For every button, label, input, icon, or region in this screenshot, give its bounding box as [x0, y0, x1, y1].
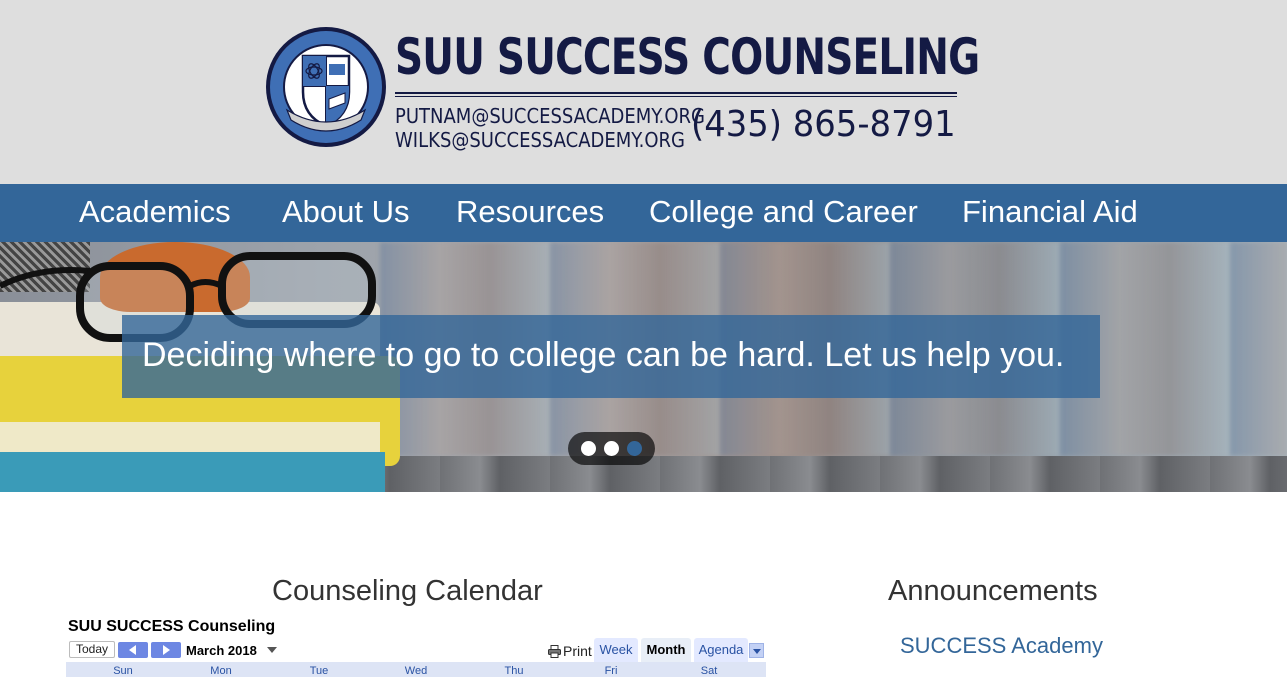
printer-icon [548, 645, 561, 658]
carousel-dot-2[interactable] [604, 441, 619, 456]
contact-phone[interactable]: (435) 865-8791 [691, 104, 956, 145]
weekday-sun: Sun [113, 665, 133, 677]
announcement-link-success-academy[interactable]: SUCCESS Academy [900, 633, 1103, 659]
weekday-tue: Tue [309, 665, 329, 677]
weekday-fri: Fri [604, 665, 618, 677]
contact-email-wilks[interactable]: WILKS@SUCCESSACADEMY.ORG [395, 128, 685, 152]
weekday-thu: Thu [504, 665, 524, 677]
chevron-right-icon [163, 645, 170, 655]
nav-item-about-us[interactable]: About Us [282, 194, 410, 230]
calendar-views-dropdown[interactable] [749, 643, 764, 658]
tab-agenda[interactable]: Agenda [694, 638, 748, 662]
nav-item-resources[interactable]: Resources [456, 194, 604, 230]
hero-caption-box: Deciding where to go to college can be h… [122, 315, 1100, 398]
calendar-print-button[interactable]: Print [548, 643, 592, 659]
tab-month[interactable]: Month [641, 638, 691, 662]
carousel-dot-1[interactable] [581, 441, 596, 456]
hero-carousel[interactable]: Deciding where to go to college can be h… [0, 242, 1287, 492]
main-nav: Academics About Us Resources College and… [0, 184, 1287, 242]
chevron-down-icon[interactable] [267, 647, 277, 653]
calendar-today-button[interactable]: Today [69, 641, 115, 658]
weekday-sat: Sat [700, 665, 718, 677]
weekday-wed: Wed [404, 665, 428, 677]
weekday-mon: Mon [210, 665, 232, 677]
nav-item-academics[interactable]: Academics [79, 194, 231, 230]
carousel-dot-3[interactable] [627, 441, 642, 456]
calendar-weekday-header: Sun Mon Tue Wed Thu Fri Sat [66, 662, 766, 677]
carousel-indicators [568, 432, 655, 465]
nav-item-financial-aid[interactable]: Financial Aid [962, 194, 1138, 230]
site-title: SUU SUCCESS COUNSELING [395, 28, 980, 86]
calendar-section-title: Counseling Calendar [272, 575, 543, 607]
site-header: SUU SUCCESS COUNSELING PUTNAM@SUCCESSACA… [0, 0, 1287, 184]
calendar-name: SUU SUCCESS Counseling [68, 618, 276, 635]
chevron-left-icon [129, 645, 136, 655]
school-seal-logo[interactable] [265, 26, 387, 148]
print-label: Print [563, 643, 592, 659]
announcements-title: Announcements [888, 575, 1098, 607]
calendar-prev-button[interactable] [118, 642, 148, 658]
contact-email-putnam[interactable]: PUTNAM@SUCCESSACADEMY.ORG [395, 104, 705, 128]
hero-caption-text: Deciding where to go to college can be h… [142, 336, 1065, 374]
calendar-month-label: March 2018 [186, 643, 257, 658]
nav-item-college-and-career[interactable]: College and Career [649, 194, 918, 230]
title-underline [395, 92, 957, 97]
tab-week[interactable]: Week [594, 638, 638, 662]
calendar-next-button[interactable] [151, 642, 181, 658]
